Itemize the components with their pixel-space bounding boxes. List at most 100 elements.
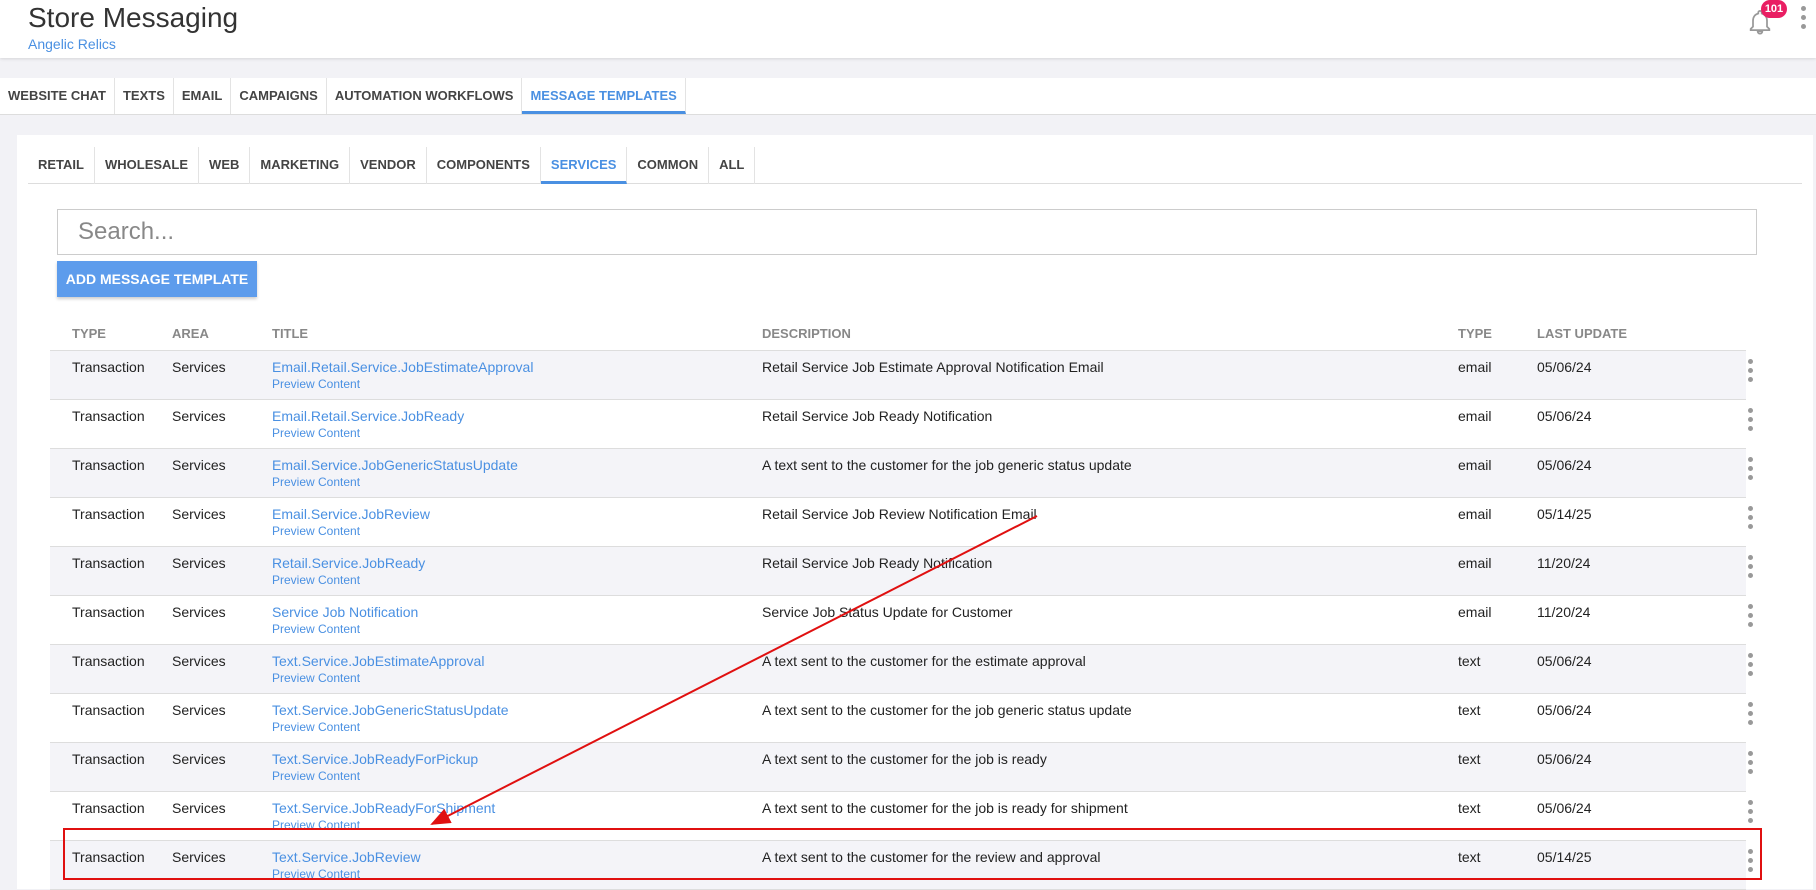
header-channel-type[interactable]: TYPE	[1458, 326, 1492, 341]
cell-channel: text	[1458, 702, 1481, 718]
tab-wholesale[interactable]: WHOLESALE	[95, 147, 200, 184]
row-menu-icon[interactable]	[1746, 751, 1754, 777]
row-menu-icon[interactable]	[1746, 457, 1754, 483]
tab-texts[interactable]: TEXTS	[115, 78, 174, 114]
cell-channel: email	[1458, 359, 1492, 375]
cell-area: Services	[172, 800, 226, 816]
table-row[interactable]: Transaction Services Email.Retail.Service.…	[50, 351, 1753, 400]
cell-type: Transaction	[72, 702, 145, 718]
tab-email[interactable]: EMAIL	[174, 78, 232, 114]
cell-last-update: 05/06/24	[1537, 751, 1592, 767]
row-menu-icon[interactable]	[1746, 800, 1754, 826]
preview-content-link[interactable]: Preview Content	[272, 622, 360, 636]
cell-area: Services	[172, 506, 226, 522]
cell-description: A text sent to the customer for the esti…	[762, 653, 1086, 669]
tab-components[interactable]: COMPONENTS	[427, 147, 541, 184]
cell-description: Retail Service Job Ready Notification	[762, 555, 993, 571]
tab-services[interactable]: SERVICES	[540, 147, 628, 184]
row-menu-icon[interactable]	[1746, 359, 1754, 385]
cell-type: Transaction	[72, 653, 145, 669]
template-title-link[interactable]: Text.Service.JobEstimateApproval	[272, 653, 484, 669]
table-row[interactable]: Transaction Services Text.Service.JobReady…	[50, 743, 1753, 792]
table-row[interactable]: Transaction Services Text.Service.JobEstim…	[50, 645, 1753, 694]
cell-type: Transaction	[72, 408, 145, 424]
cell-area: Services	[172, 653, 226, 669]
table-row[interactable]: Transaction Services Service Job Notificat…	[50, 596, 1753, 645]
tab-web[interactable]: WEB	[199, 147, 251, 184]
cell-last-update: 05/06/24	[1537, 800, 1592, 816]
tab-automation-workflows[interactable]: AUTOMATION WORKFLOWS	[327, 78, 523, 114]
preview-content-link[interactable]: Preview Content	[272, 769, 360, 783]
header-last-update[interactable]: LAST UPDATE	[1537, 326, 1627, 341]
template-title-link[interactable]: Service Job Notification	[272, 604, 418, 620]
add-message-template-button[interactable]: ADD MESSAGE TEMPLATE	[57, 261, 257, 297]
tab-message-templates[interactable]: MESSAGE TEMPLATES	[522, 78, 686, 114]
table-row[interactable]: Transaction Services Retail.Service.JobRea…	[50, 547, 1753, 596]
template-title-link[interactable]: Email.Service.JobReview	[272, 506, 430, 522]
cell-last-update: 05/14/25	[1537, 506, 1592, 522]
template-title-link[interactable]: Email.Service.JobGenericStatusUpdate	[272, 457, 518, 473]
cell-description: Retail Service Job Ready Notification	[762, 408, 993, 424]
tab-all[interactable]: ALL	[709, 147, 756, 184]
template-title-link[interactable]: Text.Service.JobReview	[272, 849, 421, 865]
more-options-icon[interactable]	[1799, 6, 1807, 40]
cell-description: Service Job Status Update for Customer	[762, 604, 1013, 620]
cell-area: Services	[172, 408, 226, 424]
preview-content-link[interactable]: Preview Content	[272, 377, 360, 391]
cell-channel: text	[1458, 653, 1481, 669]
cell-channel: email	[1458, 408, 1492, 424]
header-area[interactable]: AREA	[172, 326, 209, 341]
template-title-link[interactable]: Email.Retail.Service.JobReady	[272, 408, 464, 424]
header-description[interactable]: DESCRIPTION	[762, 326, 851, 341]
cell-area: Services	[172, 457, 226, 473]
cell-type: Transaction	[72, 359, 145, 375]
cell-description: A text sent to the customer for the job …	[762, 702, 1132, 718]
table-row[interactable]: Transaction Services Text.Service.JobReady…	[50, 792, 1753, 841]
tab-marketing[interactable]: MARKETING	[250, 147, 351, 184]
row-menu-icon[interactable]	[1746, 849, 1754, 875]
template-title-link[interactable]: Text.Service.JobGenericStatusUpdate	[272, 702, 509, 718]
templates-table: TYPE AREA TITLE DESCRIPTION TYPE LAST UP…	[50, 318, 1753, 890]
cell-last-update: 05/06/24	[1537, 359, 1592, 375]
header-title[interactable]: TITLE	[272, 326, 308, 341]
tab-retail[interactable]: RETAIL	[28, 147, 95, 184]
table-row[interactable]: Transaction Services Text.Service.JobGener…	[50, 694, 1753, 743]
header-type[interactable]: TYPE	[72, 326, 106, 341]
cell-type: Transaction	[72, 506, 145, 522]
row-menu-icon[interactable]	[1746, 604, 1754, 630]
table-row[interactable]: Transaction Services Email.Service.JobRevi…	[50, 498, 1753, 547]
tab-campaigns[interactable]: CAMPAIGNS	[231, 78, 327, 114]
template-title-link[interactable]: Retail.Service.JobReady	[272, 555, 425, 571]
search-input[interactable]	[57, 209, 1757, 255]
template-title-link[interactable]: Text.Service.JobReadyForShipment	[272, 800, 495, 816]
row-menu-icon[interactable]	[1746, 555, 1754, 581]
tab-common[interactable]: COMMON	[627, 147, 710, 184]
cell-last-update: 05/06/24	[1537, 702, 1592, 718]
template-title-link[interactable]: Text.Service.JobReadyForPickup	[272, 751, 478, 767]
table-row[interactable]: Transaction Services Text.Service.JobRevie…	[50, 841, 1753, 890]
preview-content-link[interactable]: Preview Content	[272, 720, 360, 734]
store-name-link[interactable]: Angelic Relics	[28, 36, 116, 52]
tab-website-chat[interactable]: WEBSITE CHAT	[0, 78, 115, 114]
cell-last-update: 05/06/24	[1537, 457, 1592, 473]
preview-content-link[interactable]: Preview Content	[272, 818, 360, 832]
row-menu-icon[interactable]	[1746, 408, 1754, 434]
table-row[interactable]: Transaction Services Email.Service.JobGene…	[50, 449, 1753, 498]
row-menu-icon[interactable]	[1746, 506, 1754, 532]
preview-content-link[interactable]: Preview Content	[272, 573, 360, 587]
preview-content-link[interactable]: Preview Content	[272, 524, 360, 538]
template-title-link[interactable]: Email.Retail.Service.JobEstimateApproval	[272, 359, 533, 375]
cell-last-update: 11/20/24	[1537, 555, 1591, 571]
row-menu-icon[interactable]	[1746, 653, 1754, 679]
cell-area: Services	[172, 849, 226, 865]
main-tab-bar: WEBSITE CHAT TEXTS EMAIL CAMPAIGNS AUTOM…	[0, 78, 1816, 115]
preview-content-link[interactable]: Preview Content	[272, 426, 360, 440]
table-row[interactable]: Transaction Services Email.Retail.Service.…	[50, 400, 1753, 449]
row-menu-icon[interactable]	[1746, 702, 1754, 728]
tab-vendor[interactable]: VENDOR	[350, 147, 427, 184]
preview-content-link[interactable]: Preview Content	[272, 867, 360, 881]
cell-last-update: 05/14/25	[1537, 849, 1592, 865]
preview-content-link[interactable]: Preview Content	[272, 475, 360, 489]
cell-type: Transaction	[72, 457, 145, 473]
preview-content-link[interactable]: Preview Content	[272, 671, 360, 685]
